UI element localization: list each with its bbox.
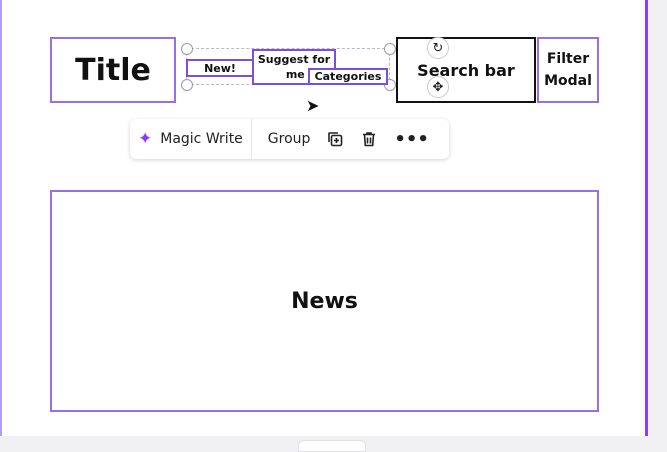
more-icon[interactable]: ••• xyxy=(386,119,437,159)
resize-handle-top-right[interactable] xyxy=(384,43,396,55)
news-element[interactable]: News xyxy=(50,190,599,412)
group-button[interactable]: Group xyxy=(252,119,319,159)
design-canvas[interactable]: Title New! Suggest for me Categories Sea… xyxy=(0,0,648,436)
magic-write-button[interactable]: ✦ Magic Write xyxy=(130,119,251,159)
trash-icon[interactable] xyxy=(352,119,386,159)
title-text: Title xyxy=(75,52,151,88)
rotate-icon[interactable]: ↻ xyxy=(427,37,449,59)
duplicate-icon[interactable] xyxy=(318,119,352,159)
filter-text-line1: Filter xyxy=(546,51,590,67)
mouse-cursor-icon: ➤ xyxy=(306,96,320,115)
filter-text-line2: Modal xyxy=(544,73,592,89)
magic-write-label: Magic Write xyxy=(160,131,243,147)
new-text: New! xyxy=(204,61,236,75)
news-text: News xyxy=(291,288,358,314)
resize-handle-top-left[interactable] xyxy=(181,43,193,55)
categories-element[interactable]: Categories xyxy=(308,68,388,85)
suggest-text-line1: Suggest for xyxy=(257,53,331,66)
filter-modal-element[interactable]: Filter Modal xyxy=(537,37,599,103)
group-label: Group xyxy=(267,131,311,147)
move-icon[interactable]: ✥ xyxy=(427,76,449,98)
title-element[interactable]: Title xyxy=(50,37,176,103)
resize-handle-bottom-left[interactable] xyxy=(181,79,193,91)
context-toolbar: ✦ Magic Write Group ••• xyxy=(130,119,449,159)
sparkle-icon: ✦ xyxy=(138,129,153,149)
new-element[interactable]: New! xyxy=(186,59,254,77)
categories-text: Categories xyxy=(314,70,382,83)
canvas-edge xyxy=(0,0,2,436)
page-tab[interactable] xyxy=(298,440,366,452)
search-bar-element[interactable]: Search bar xyxy=(396,37,536,103)
